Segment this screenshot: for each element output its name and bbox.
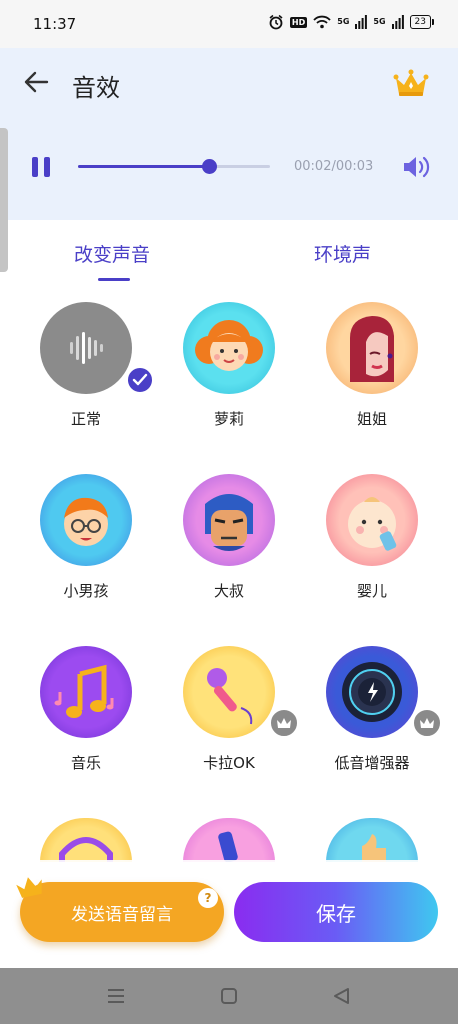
volume-button[interactable] [402,154,432,180]
progress-thumb[interactable] [202,159,218,174]
back-button[interactable] [20,66,52,98]
effect-normal[interactable]: 正常 [16,302,156,442]
effect-sister[interactable]: 姐姐 [302,302,442,442]
back-triangle-icon[interactable] [330,986,352,1006]
effect-label: 姐姐 [356,410,387,428]
effect-little-boy[interactable]: 小男孩 [16,474,156,614]
effect-partial-item[interactable] [40,818,132,862]
effect-avatar [183,474,275,566]
effect-avatar [40,302,132,394]
crown-icon [420,718,434,728]
signal-icon [355,15,368,29]
effect-partial-item[interactable] [183,818,275,862]
soundwave-icon [70,332,103,364]
effect-uncle[interactable]: 大叔 [159,474,299,614]
audio-player: 00:02/00:03 [0,148,458,188]
effect-label: 正常 [70,410,101,428]
baby-icon [348,497,397,551]
time-readout: 00:02/00:03 [294,159,374,174]
effect-label: 音乐 [70,754,101,772]
microphone-icon [207,668,253,725]
effect-partial-item[interactable] [326,818,418,862]
page-title: 音效 [72,74,120,102]
girl-icon [195,320,263,371]
vip-badge [412,708,442,738]
hd-badge: HD [289,16,308,28]
check-icon [132,373,148,386]
effect-loli[interactable]: 萝莉 [159,302,299,442]
effect-label: 低音增强器 [334,754,410,772]
effect-avatar [183,646,275,738]
help-badge[interactable]: ? [198,888,218,908]
effect-avatar [326,646,418,738]
system-nav-bar [0,968,458,1024]
status-icons: HD 5G 5G 23 [268,14,434,30]
pause-icon [32,157,38,177]
send-voice-message-label: 发送语音留言 [71,904,173,925]
vip-crown-button[interactable] [392,68,430,98]
effect-avatar [326,302,418,394]
progress-fill [78,165,211,168]
home-icon[interactable] [218,986,240,1006]
tab-bar: 改变声音 环境声 [0,226,458,286]
woman-icon [350,316,394,382]
uncle-icon [205,494,253,551]
progress-slider[interactable] [78,159,270,174]
phone-icon [218,831,238,862]
battery-level: 23 [409,15,431,29]
save-button[interactable]: 保存 [234,882,438,942]
effect-label: 萝莉 [213,410,244,428]
alarm-icon [269,14,283,30]
effect-avatar [40,646,132,738]
save-label: 保存 [316,901,356,926]
tab-indicator [98,278,130,281]
music-note-icon [54,664,114,718]
network-type-2: 5G [373,17,386,26]
send-voice-message-button[interactable]: 发送语音留言 [20,882,224,942]
effect-karaoke[interactable]: 卡拉OK [159,646,299,786]
effect-label: 大叔 [213,582,244,600]
status-time: 11:37 [33,15,77,33]
vip-badge [269,708,299,738]
headphones-icon [59,837,113,862]
header-panel [0,48,458,220]
effect-baby[interactable]: 婴儿 [302,474,442,614]
arrow-left-icon [24,71,49,93]
pause-button[interactable] [30,156,52,178]
selected-check-badge [126,366,154,394]
network-type-1: 5G [337,17,350,26]
effect-avatar [40,474,132,566]
tab-change-voice[interactable]: 改变声音 [74,240,150,267]
wifi-icon [313,15,331,29]
menu-icon[interactable] [105,986,127,1006]
tab-ambient-sound[interactable]: 环境声 [314,240,371,267]
boy-icon [64,497,108,546]
effect-avatar [326,474,418,566]
effect-bass-booster[interactable]: 低音增强器 [302,646,442,786]
battery-icon: 23 [409,15,434,29]
crown-icon [393,69,429,96]
status-bar: 11:37 HD 5G 5G 23 [0,0,458,48]
effect-label: 卡拉OK [203,754,255,772]
effect-label: 婴儿 [356,582,387,600]
effect-music[interactable]: 音乐 [16,646,156,786]
effect-label: 小男孩 [63,582,109,600]
effect-avatar [183,302,275,394]
thumbs-up-icon [362,834,386,862]
crown-icon [277,718,291,728]
crown-icon [16,877,42,898]
speaker-icon [404,156,430,178]
bass-knob-icon [342,662,402,722]
signal-icon [391,15,404,29]
